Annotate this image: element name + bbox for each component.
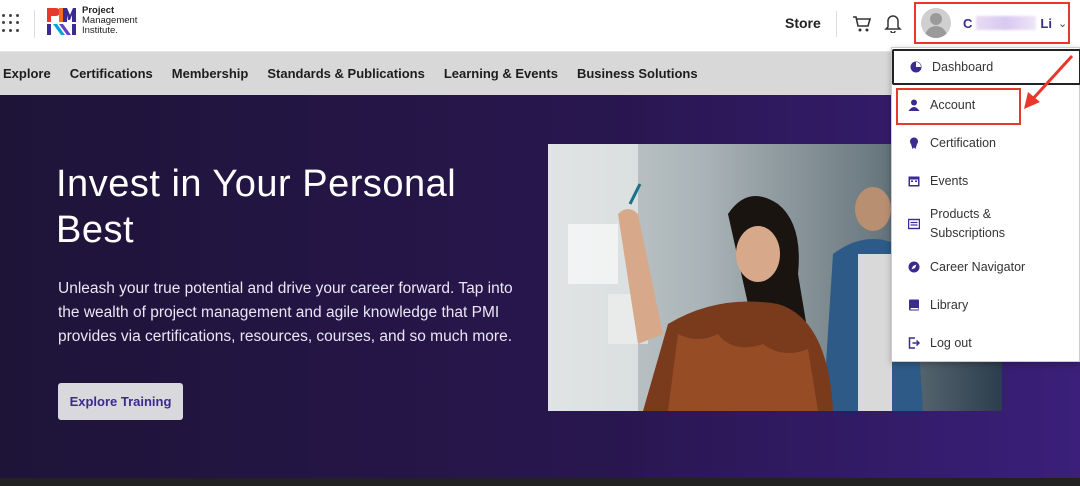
bell-icon[interactable]	[884, 13, 902, 33]
nav-item-standards[interactable]: Standards & Publications	[267, 66, 424, 81]
menu-item-certification[interactable]: Certification	[892, 124, 1080, 162]
hero-description: Unleash your true potential and drive yo…	[58, 280, 513, 345]
apps-grid-icon[interactable]	[2, 14, 20, 32]
pmi-logo[interactable]: Project Management Institute.	[46, 6, 137, 40]
user-icon	[908, 99, 920, 111]
hero-title: Invest in Your Personal Best	[56, 163, 457, 251]
menu-item-label: Certification	[930, 135, 996, 150]
nav-item-business-solutions[interactable]: Business Solutions	[577, 66, 698, 81]
menu-item-label: Events	[930, 173, 969, 188]
store-link[interactable]: Store	[785, 15, 821, 31]
top-header: Project Management Institute. Store C Li	[0, 0, 1080, 52]
menu-item-library[interactable]: Library	[892, 286, 1080, 324]
redacted-name	[976, 16, 1037, 30]
user-menu-toggle[interactable]: C Li ⌄	[914, 2, 1070, 44]
menu-item-career-navigator[interactable]: Career Navigator	[892, 248, 1080, 286]
bottom-strip	[0, 478, 1080, 486]
nav-item-explore[interactable]: Explore	[3, 66, 51, 81]
dashboard-icon	[910, 61, 922, 73]
logo-line-3: Institute.	[82, 25, 118, 36]
menu-item-label: Career Navigator	[930, 259, 1026, 274]
avatar	[921, 8, 951, 38]
nav-item-learning-events[interactable]: Learning & Events	[444, 66, 558, 81]
menu-item-logout[interactable]: Log out	[892, 324, 1080, 362]
menu-item-label: Library	[930, 297, 969, 312]
header-divider-2	[836, 11, 837, 37]
pmi-page: Project Management Institute. Store C Li	[0, 0, 1080, 486]
certification-icon	[910, 137, 918, 149]
explore-training-button[interactable]: Explore Training	[58, 383, 183, 420]
logout-icon	[908, 337, 920, 349]
user-name: C Li	[963, 16, 1052, 31]
annotation-arrow-icon	[1024, 54, 1074, 109]
book-icon	[909, 299, 919, 311]
menu-item-events[interactable]: Events	[892, 162, 1080, 200]
chevron-down-icon: ⌄	[1057, 17, 1068, 30]
header-divider	[34, 10, 35, 38]
cart-icon[interactable]	[852, 14, 872, 34]
products-icon	[908, 218, 920, 230]
menu-item-label: Account	[930, 97, 976, 112]
pmi-logo-mark-icon	[47, 8, 76, 35]
nav-item-membership[interactable]: Membership	[172, 66, 249, 81]
logo-text: Project Management Institute.	[82, 6, 137, 36]
menu-item-products[interactable]: Products & Subscriptions	[892, 200, 1080, 248]
compass-icon	[908, 261, 920, 273]
calendar-icon	[908, 176, 920, 187]
user-first-initial: C	[963, 15, 973, 31]
menu-item-label: Products & Subscriptions	[930, 207, 1006, 240]
menu-item-label: Log out	[930, 335, 972, 350]
menu-item-label: Dashboard	[932, 59, 994, 74]
nav-item-certifications[interactable]: Certifications	[70, 66, 153, 81]
user-last-name: Li	[1040, 15, 1052, 31]
